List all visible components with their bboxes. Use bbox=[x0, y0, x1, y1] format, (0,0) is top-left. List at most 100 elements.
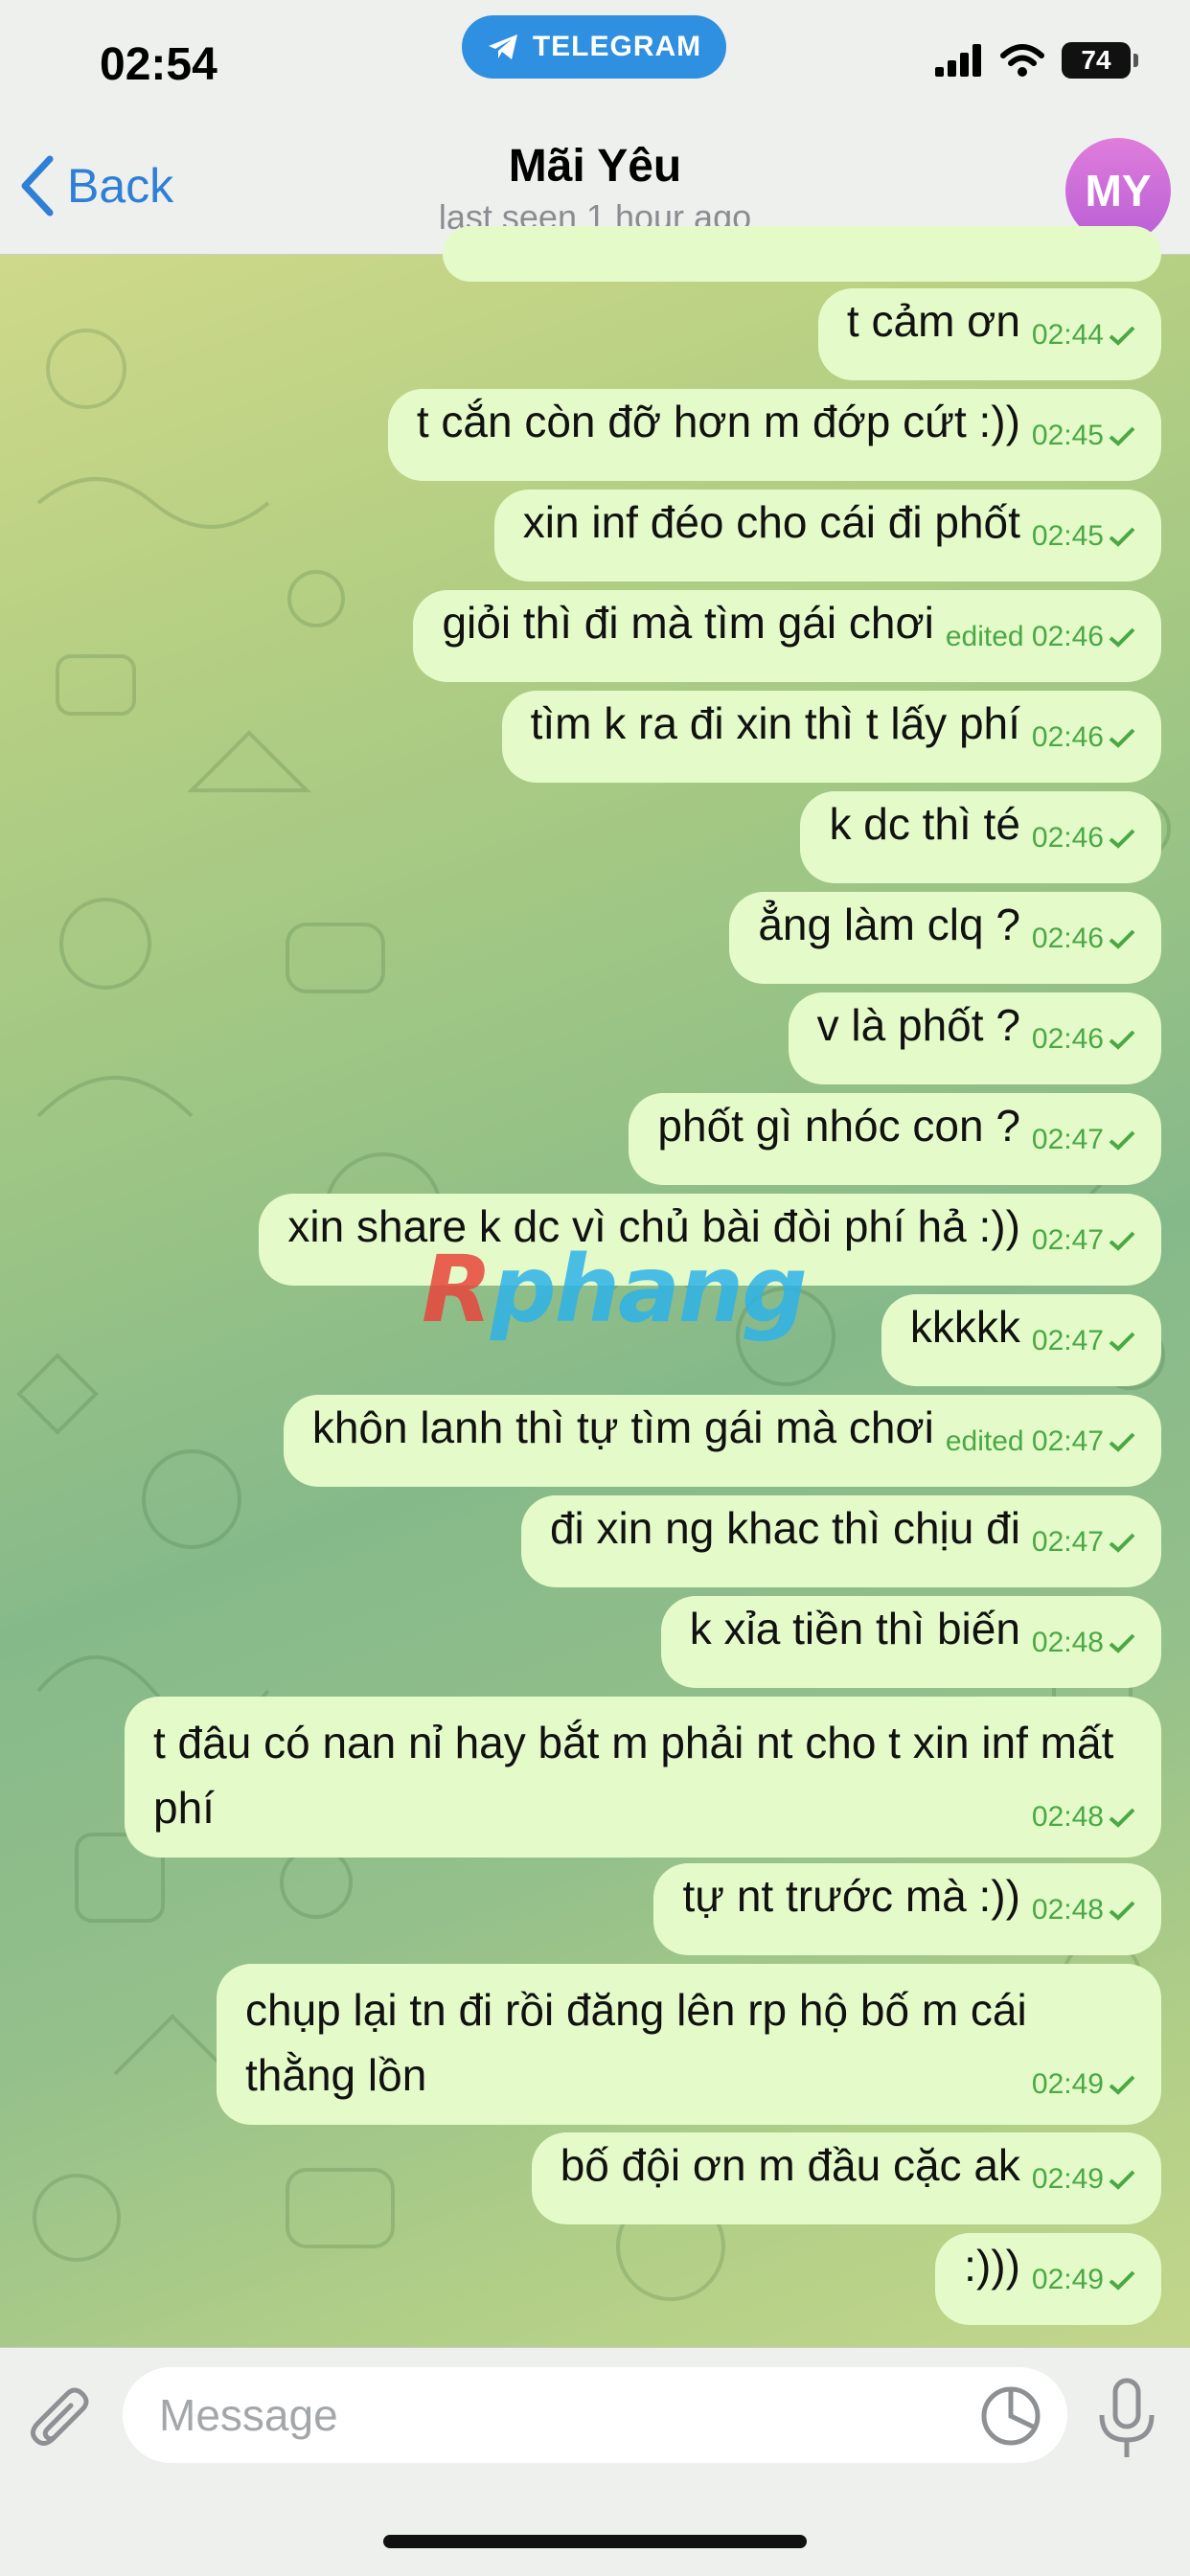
message-meta: 02:48 bbox=[1032, 1610, 1136, 1676]
check-icon bbox=[1109, 426, 1135, 446]
message-time: 02:47 bbox=[1031, 1325, 1104, 1356]
microphone-icon[interactable] bbox=[1092, 2377, 1161, 2461]
message-time: 02:44 bbox=[1031, 319, 1104, 351]
message-meta: 02:46 bbox=[1032, 705, 1136, 770]
message-bubble[interactable]: chụp lại tn đi rồi đăng lên rp hộ bố m c… bbox=[217, 1964, 1161, 2125]
message-bubble[interactable]: tự nt trước mà :)) 02:48 bbox=[653, 1863, 1161, 1955]
check-icon bbox=[1109, 326, 1135, 346]
check-icon bbox=[1109, 829, 1135, 849]
message-text: bố đội ơn m đầu cặc ak bbox=[560, 2140, 1020, 2190]
message-bubble[interactable]: v là phốt ? 02:46 bbox=[788, 992, 1161, 1084]
signal-icon bbox=[935, 44, 981, 77]
status-bar: 02:54 TELEGRAM 74 bbox=[0, 0, 1190, 125]
message-text: kkkkk bbox=[909, 1302, 1020, 1352]
message-time: 02:49 bbox=[1031, 2264, 1104, 2295]
status-time: 02:54 bbox=[100, 39, 217, 90]
paperclip-icon[interactable] bbox=[25, 2384, 102, 2461]
message-text: k xỉa tiền thì biến bbox=[689, 1604, 1020, 1653]
check-icon bbox=[1109, 1231, 1135, 1251]
message-time: 02:45 bbox=[1031, 520, 1104, 552]
check-icon bbox=[1109, 627, 1135, 648]
message-time: 02:46 bbox=[1031, 1023, 1104, 1055]
message-bubble[interactable]: tìm k ra đi xin thì t lấy phí 02:46 bbox=[501, 691, 1161, 783]
message-text: t cảm ơn bbox=[846, 296, 1020, 346]
message-text: ẳng làm clq ? bbox=[758, 900, 1020, 949]
check-icon bbox=[1109, 1808, 1135, 1828]
message-text: tự nt trước mà :)) bbox=[682, 1871, 1020, 1921]
message-time: edited 02:46 bbox=[945, 621, 1104, 652]
message-text: :))) bbox=[964, 2241, 1020, 2291]
message-bubble[interactable]: :))) 02:49 bbox=[935, 2233, 1161, 2325]
message-time: 02:47 bbox=[1031, 1124, 1104, 1155]
message-text: k dc thì té bbox=[829, 799, 1020, 849]
message-meta: 02:44 bbox=[1032, 303, 1136, 368]
check-icon bbox=[1109, 728, 1135, 748]
message-time: 02:49 bbox=[1031, 2068, 1104, 2100]
check-icon bbox=[1109, 929, 1135, 949]
message-text: t cắn còn đỡ hơn m đớp cứt :)) bbox=[416, 397, 1020, 446]
message-meta: 02:49 bbox=[1032, 2147, 1136, 2212]
message-bubble[interactable]: phốt gì nhóc con ? 02:47 bbox=[629, 1093, 1161, 1185]
check-icon bbox=[1109, 1901, 1135, 1921]
message-time: 02:49 bbox=[1031, 2163, 1104, 2195]
message-meta: 02:46 bbox=[1032, 906, 1136, 971]
status-icons: 74 bbox=[935, 42, 1138, 79]
message-time: 02:48 bbox=[1031, 1894, 1104, 1926]
message-bubble[interactable]: xin inf đéo cho cái đi phốt 02:45 bbox=[493, 490, 1161, 581]
message-time: 02:48 bbox=[1031, 1801, 1104, 1833]
message-text: đi xin ng khac thì chịu đi bbox=[549, 1503, 1020, 1553]
message-bubble[interactable]: k dc thì té 02:46 bbox=[800, 791, 1161, 883]
message-meta: 02:49 bbox=[1032, 2247, 1136, 2313]
message-bubble[interactable]: ẳng làm clq ? 02:46 bbox=[729, 892, 1161, 984]
message-meta: 02:47 bbox=[1032, 1208, 1136, 1273]
watermark-logo: Rphang bbox=[422, 1236, 808, 1343]
check-icon bbox=[1109, 2170, 1135, 2190]
message-bubble-partial[interactable] bbox=[443, 226, 1161, 282]
message-bubble[interactable]: bố đội ơn m đầu cặc ak 02:49 bbox=[531, 2132, 1161, 2224]
telegram-indicator-pill[interactable]: TELEGRAM bbox=[462, 15, 726, 79]
message-time: edited 02:47 bbox=[945, 1425, 1104, 1457]
check-icon bbox=[1109, 2270, 1135, 2291]
message-bubble[interactable]: k xỉa tiền thì biến 02:48 bbox=[660, 1596, 1161, 1688]
message-bubble[interactable]: giỏi thì đi mà tìm gái chơi edited 02:46 bbox=[413, 590, 1161, 682]
message-meta: 02:46 bbox=[1032, 806, 1136, 871]
message-bubble[interactable]: t cảm ơn 02:44 bbox=[817, 288, 1161, 380]
message-meta: edited 02:47 bbox=[946, 1409, 1136, 1474]
message-text: khôn lanh thì tự tìm gái mà chơi bbox=[311, 1402, 934, 1452]
telegram-pill-label: TELEGRAM bbox=[532, 31, 702, 62]
battery-indicator: 74 bbox=[1062, 42, 1138, 79]
check-icon bbox=[1109, 1030, 1135, 1050]
check-icon bbox=[1109, 1130, 1135, 1151]
message-meta: 02:49 bbox=[1032, 2052, 1136, 2117]
check-icon bbox=[1109, 2075, 1135, 2095]
message-meta: 02:47 bbox=[1032, 1510, 1136, 1575]
sticker-icon[interactable] bbox=[979, 2384, 1042, 2448]
message-bubble[interactable]: khôn lanh thì tự tìm gái mà chơi edited 0… bbox=[283, 1395, 1161, 1487]
message-bubble[interactable]: t cắn còn đỡ hơn m đớp cứt :)) 02:45 bbox=[387, 389, 1161, 481]
message-time: 02:47 bbox=[1031, 1526, 1104, 1558]
battery-level: 74 bbox=[1081, 45, 1111, 75]
message-bubble[interactable]: kkkkk 02:47 bbox=[881, 1294, 1161, 1386]
avatar-initials: MY bbox=[1085, 166, 1152, 216]
message-time: 02:46 bbox=[1031, 822, 1104, 854]
message-meta: 02:45 bbox=[1032, 504, 1136, 569]
check-icon bbox=[1109, 1432, 1135, 1452]
message-meta: 02:46 bbox=[1032, 1007, 1136, 1072]
message-bubble[interactable]: đi xin ng khac thì chịu đi 02:47 bbox=[520, 1495, 1161, 1587]
message-meta: 02:48 bbox=[1032, 1785, 1136, 1850]
message-time: 02:46 bbox=[1031, 721, 1104, 753]
chat-title[interactable]: Mãi Yêu bbox=[0, 140, 1190, 193]
message-text: chụp lại tn đi rồi đăng lên rp hộ bố m c… bbox=[245, 1985, 1027, 2100]
message-meta: 02:47 bbox=[1032, 1107, 1136, 1173]
message-time: 02:47 bbox=[1031, 1224, 1104, 1256]
message-time: 02:45 bbox=[1031, 420, 1104, 451]
check-icon bbox=[1109, 527, 1135, 547]
message-text: tìm k ra đi xin thì t lấy phí bbox=[530, 698, 1020, 748]
check-icon bbox=[1109, 1633, 1135, 1653]
message-meta: edited 02:46 bbox=[946, 604, 1136, 670]
message-meta: 02:48 bbox=[1032, 1878, 1136, 1943]
message-meta: 02:47 bbox=[1032, 1309, 1136, 1374]
message-input[interactable] bbox=[123, 2367, 1067, 2463]
message-bubble[interactable]: t đâu có nan nỉ hay bắt m phải nt cho t … bbox=[125, 1697, 1161, 1858]
message-text: phốt gì nhóc con ? bbox=[657, 1101, 1020, 1151]
